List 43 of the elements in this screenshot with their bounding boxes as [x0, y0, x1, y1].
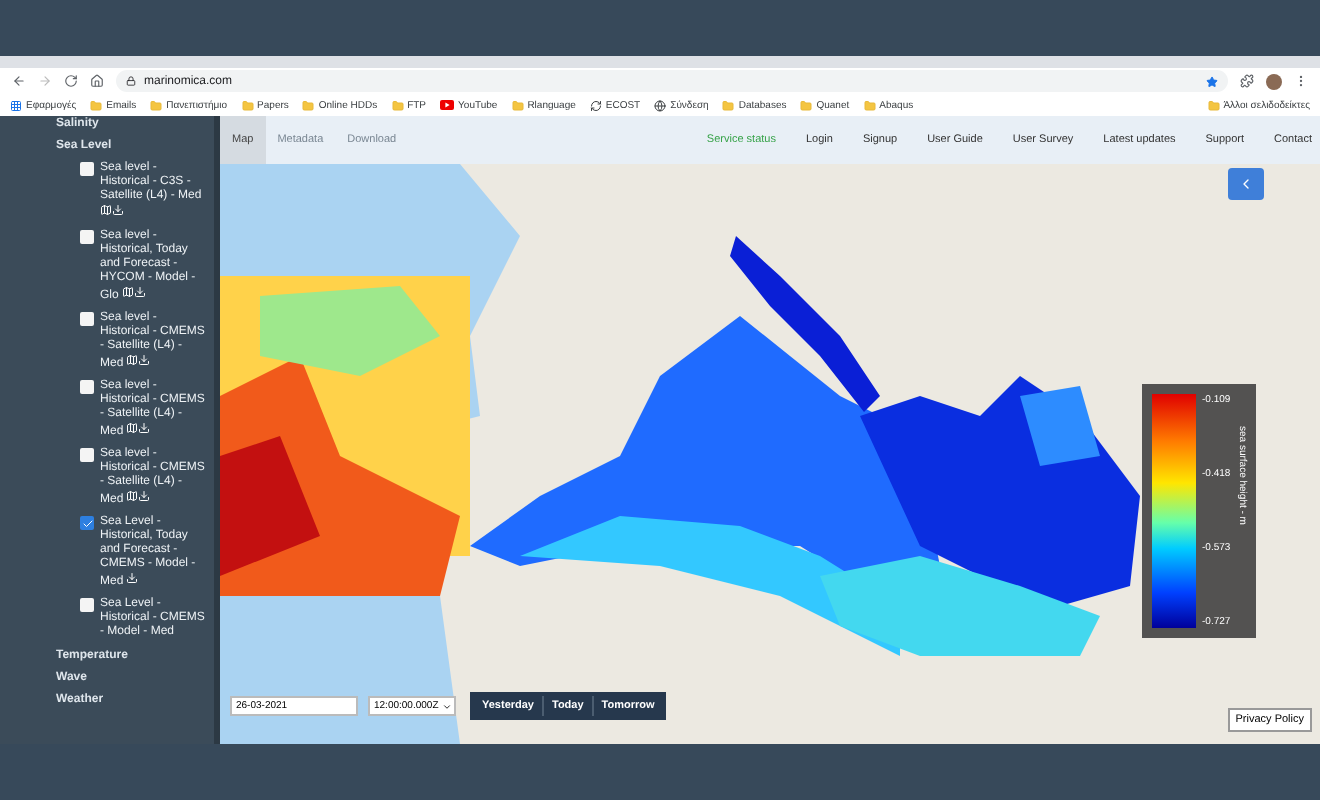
bookmark-star-icon[interactable] [1206, 75, 1218, 87]
folder-icon [800, 99, 813, 111]
folder-icon [511, 99, 524, 111]
folder-icon [241, 99, 254, 111]
home-icon[interactable] [90, 74, 104, 88]
folder-icon [150, 99, 163, 111]
folder-icon [302, 99, 315, 111]
layer-checkbox[interactable] [80, 230, 94, 244]
map-icon[interactable] [100, 204, 112, 216]
map-icon[interactable] [122, 286, 135, 298]
back-icon[interactable] [12, 74, 26, 88]
extensions-icon[interactable] [1240, 74, 1254, 88]
profile-avatar[interactable] [1266, 73, 1282, 89]
map-icon[interactable] [126, 354, 139, 366]
chevron-left-icon [1238, 176, 1254, 192]
download-icon[interactable] [138, 490, 151, 502]
video-play-icon [440, 100, 455, 110]
menu-icon[interactable] [1294, 74, 1308, 88]
download-icon[interactable] [112, 204, 124, 216]
map-icon[interactable] [126, 422, 139, 434]
layer-checkbox[interactable] [80, 162, 94, 176]
download-icon[interactable] [138, 354, 151, 366]
folder-icon [90, 99, 103, 111]
layer-checkbox[interactable] [80, 312, 94, 326]
lock-icon [126, 76, 136, 86]
chevron-down-icon [442, 701, 452, 711]
layer-checkbox[interactable] [80, 448, 94, 462]
layer-checkbox[interactable] [80, 380, 94, 394]
download-icon[interactable] [126, 572, 139, 584]
folder-icon [1207, 99, 1220, 111]
folder-icon [722, 99, 735, 111]
map-icon[interactable] [126, 490, 139, 502]
layer-checkbox[interactable] [80, 516, 94, 530]
download-icon[interactable] [138, 422, 151, 434]
folder-icon [391, 99, 404, 111]
apps-icon [10, 99, 22, 111]
folder-icon [863, 99, 876, 111]
check-icon [81, 517, 93, 529]
globe-icon [654, 99, 667, 111]
sync-icon [589, 99, 602, 111]
download-icon[interactable] [134, 286, 147, 298]
reload-icon[interactable] [64, 74, 78, 88]
layer-checkbox[interactable] [80, 598, 94, 612]
